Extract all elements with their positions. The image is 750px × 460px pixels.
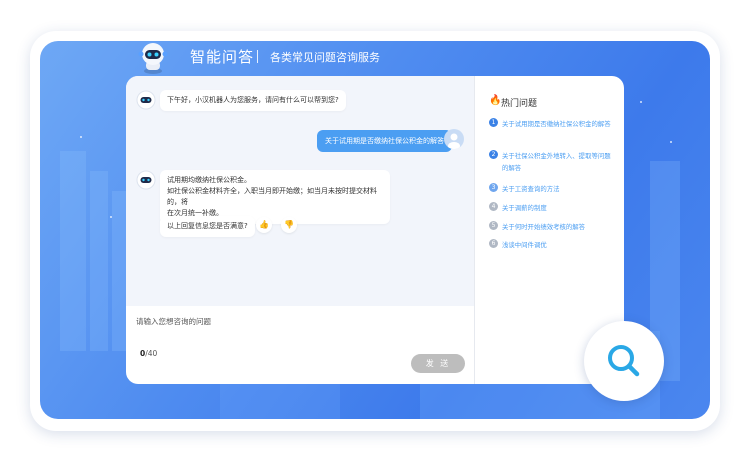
bot-greeting-bubble: 下午好，小汉机器人为您服务，请问有什么可以帮到您? (160, 90, 346, 111)
thumbs-up-button[interactable]: 👍 (256, 217, 272, 233)
char-counter: 0/40 (140, 349, 157, 358)
title-separator (257, 50, 258, 63)
app-title: 智能问答 (190, 48, 255, 66)
hot-question-item[interactable]: 3 关于工资查询的方法 (489, 183, 614, 195)
hot-question-item[interactable]: 5 关于何时开始绩效考核的解答 (489, 221, 614, 233)
hot-question-number: 5 (489, 221, 498, 230)
search-icon (608, 345, 640, 377)
panel-divider (474, 76, 475, 384)
bot-avatar-icon (136, 170, 156, 190)
hot-question-text: 关于工资查询的方法 (502, 185, 560, 193)
hot-question-item[interactable]: 1 关于试用期是否缴纳社保公积金的解答 (489, 118, 614, 130)
hot-question-number: 1 (489, 118, 498, 127)
hot-question-item[interactable]: 2 关于社保公积金外地转入、提取等问题的解答 (489, 150, 614, 174)
hot-question-text: 关于调薪的制度 (502, 204, 547, 212)
bot-answer-line: 试用期均缴纳社保公积金。 (167, 176, 251, 184)
thumbs-down-icon: 👎 (284, 220, 294, 229)
hot-question-number: 6 (489, 239, 498, 248)
bot-answer-line: 如社保公积金材料齐全，入职当月即开始缴；如当月未按时提交材料的，将 (167, 187, 377, 206)
hot-question-number: 3 (489, 183, 498, 192)
send-button[interactable]: 发 送 (411, 354, 465, 373)
hot-question-number: 4 (489, 202, 498, 211)
user-message-bubble: 关于试用期是否缴纳社保公积金的解答 (317, 130, 452, 152)
char-count-max: /40 (145, 349, 158, 358)
hot-question-item[interactable]: 6 浅谈中间件调优 (489, 239, 614, 251)
search-button[interactable] (584, 321, 664, 401)
thumbs-down-button[interactable]: 👎 (281, 217, 297, 233)
thumbs-up-icon: 👍 (259, 220, 269, 229)
hot-question-text: 关于社保公积金外地转入、提取等问题的解答 (502, 152, 611, 172)
chat-card: 下午好，小汉机器人为您服务，请问有什么可以帮到您? 关于试用期是否缴纳社保公积金… (126, 76, 624, 384)
robot-mascot-icon (138, 43, 168, 74)
user-avatar-icon (444, 129, 464, 149)
hot-question-item[interactable]: 4 关于调薪的制度 (489, 202, 614, 214)
hot-question-number: 2 (489, 150, 498, 159)
question-input[interactable]: 请输入您想咨询的问题 (136, 316, 211, 327)
hot-questions-title: 热门问题 (501, 99, 538, 109)
hot-question-text: 浅谈中间件调优 (502, 241, 547, 249)
app-subtitle: 各类常见问题咨询服务 (270, 51, 380, 64)
fire-icon: 🔥 (489, 95, 502, 106)
hot-question-text: 关于试用期是否缴纳社保公积金的解答 (502, 120, 611, 128)
feedback-question-bubble: 以上回复信息您是否满意? (160, 216, 255, 237)
chat-area: 下午好，小汉机器人为您服务，请问有什么可以帮到您? 关于试用期是否缴纳社保公积金… (126, 76, 474, 306)
bot-avatar-icon (136, 90, 156, 110)
hot-question-text: 关于何时开始绩效考核的解答 (502, 223, 586, 231)
